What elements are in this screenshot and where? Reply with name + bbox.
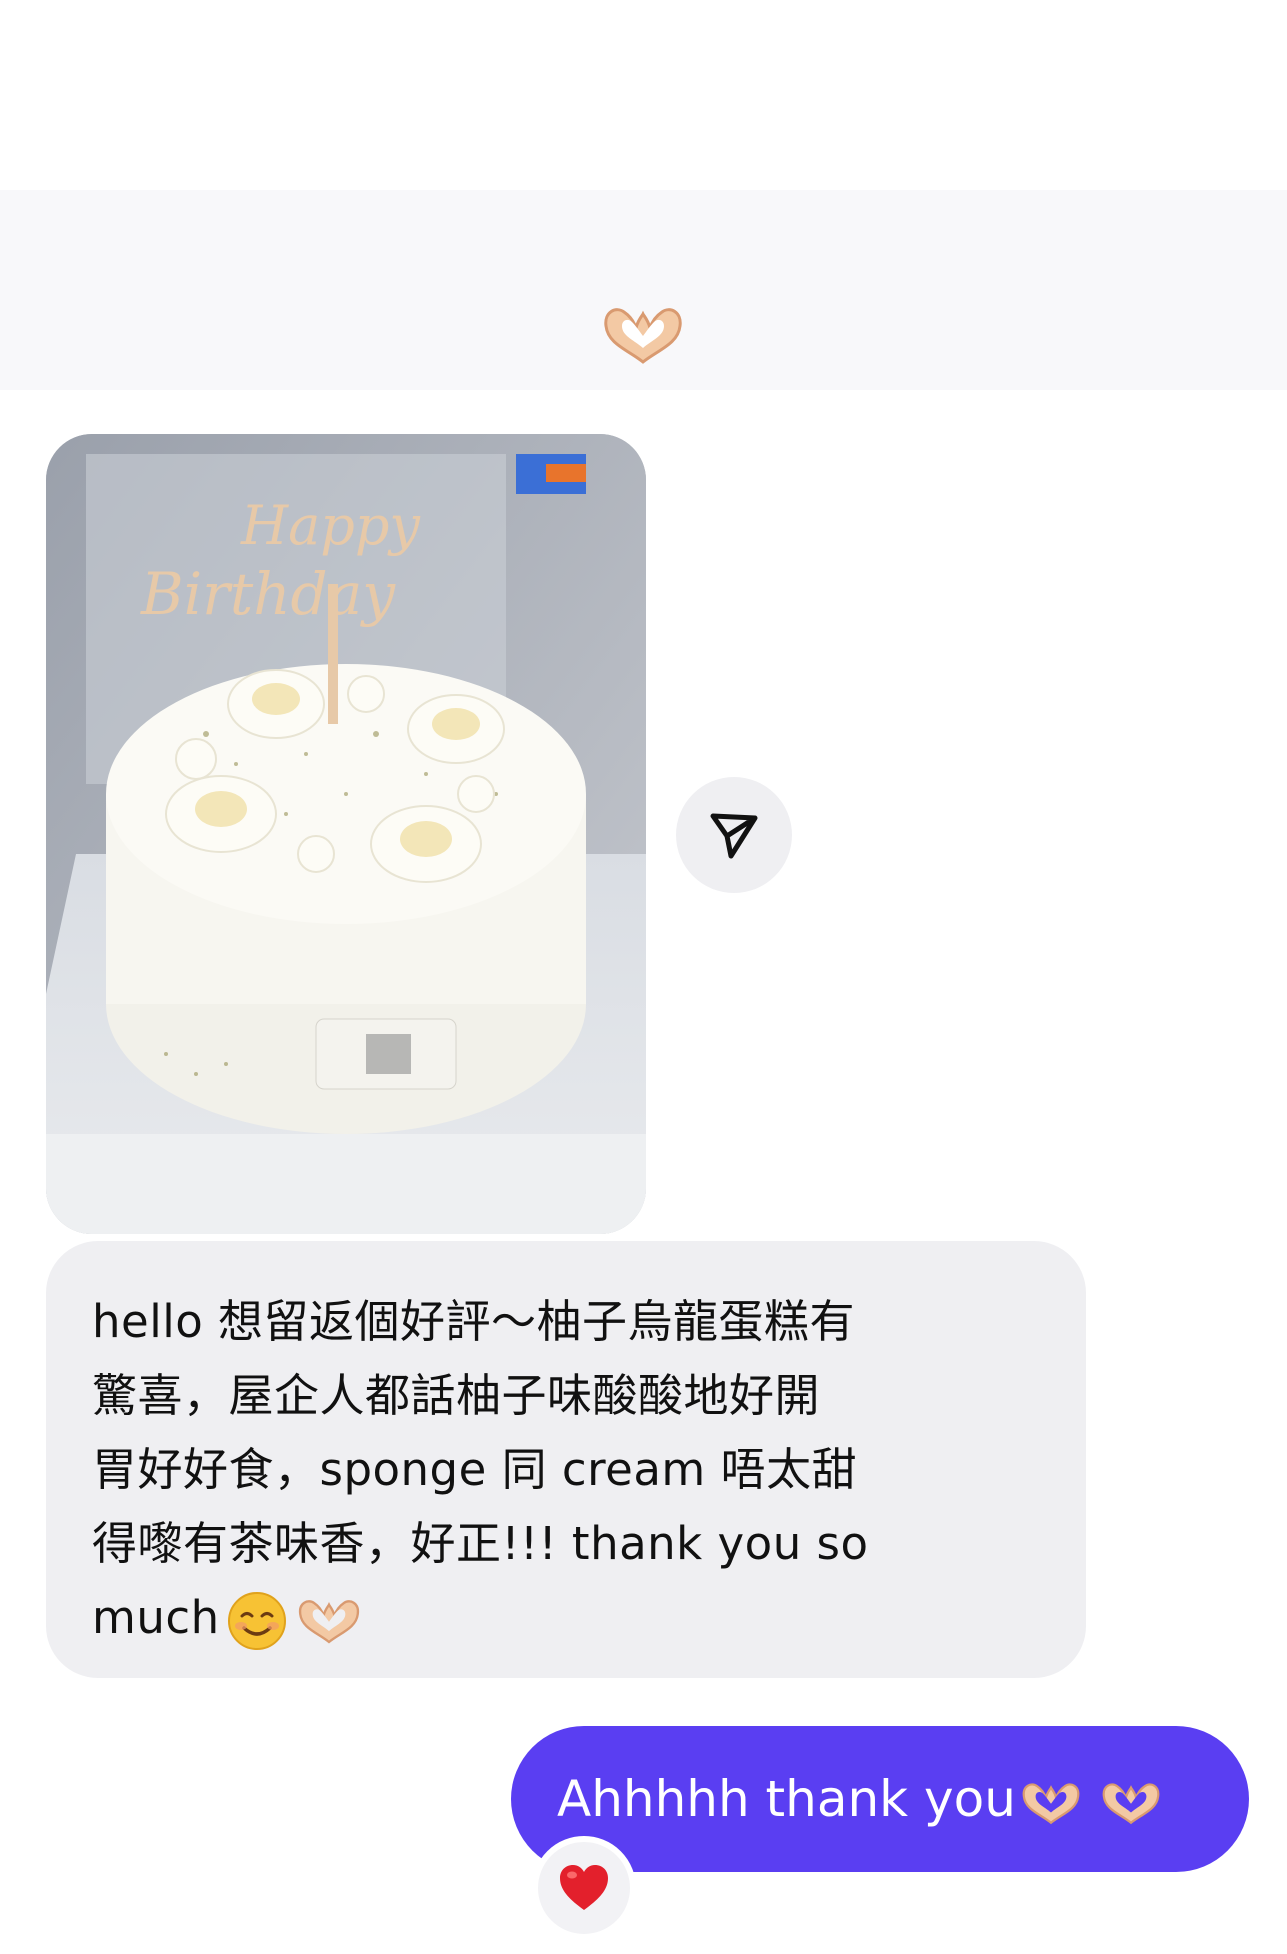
- incoming-message-bubble: hello 想留返個好評～柚子烏龍蛋糕有 驚喜，屋企人都話柚子味酸酸地好開 胃好…: [46, 1241, 1086, 1678]
- cake-photo[interactable]: Happy Birthday: [46, 434, 646, 1234]
- message-line: 驚喜，屋企人都話柚子味酸酸地好開: [92, 1369, 821, 1422]
- svg-text:Happy: Happy: [240, 494, 421, 557]
- heart-hands-icon: [1022, 1782, 1080, 1824]
- message-line: much: [92, 1591, 220, 1644]
- outgoing-message-bubble: Ahhhhh thank you: [511, 1726, 1249, 1872]
- message-line-last: much: [92, 1581, 1046, 1655]
- top-blank-area: [0, 0, 1287, 200]
- cake-image: Happy Birthday: [46, 434, 646, 1234]
- share-button[interactable]: [676, 777, 792, 893]
- message-line: 得嚟有茶味香，好正!!! thank you so: [92, 1517, 869, 1570]
- heart-hands-icon: [604, 308, 682, 364]
- red-heart-icon: [560, 1865, 608, 1910]
- smiling-face-icon: [227, 1592, 286, 1650]
- message-line: 胃好好食，sponge 同 cream 唔太甜: [92, 1443, 858, 1496]
- heart-hands-icon: [1102, 1782, 1160, 1824]
- svg-text:Birthday: Birthday: [140, 560, 396, 628]
- message-reaction[interactable]: [532, 1836, 636, 1940]
- send-icon: [710, 813, 758, 859]
- message-line: hello 想留返個好評～柚子烏龍蛋糕有: [92, 1295, 856, 1348]
- outgoing-message-text: Ahhhhh thank you: [557, 1770, 1016, 1828]
- heart-hands-icon: [298, 1600, 359, 1644]
